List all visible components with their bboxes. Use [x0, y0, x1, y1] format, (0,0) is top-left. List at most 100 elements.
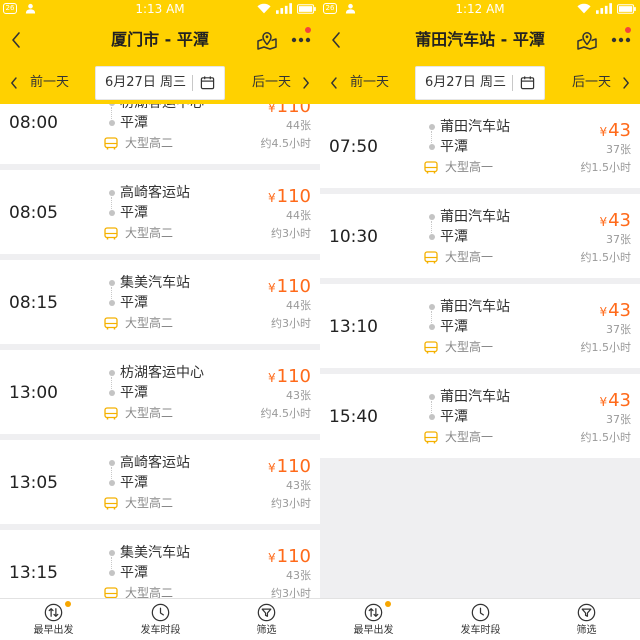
trip-duration: 约4.5小时	[260, 407, 312, 420]
tab-earliest-departure[interactable]: 最早出发	[320, 599, 427, 640]
seats-left: 37张	[606, 323, 631, 336]
trip-duration: 约1.5小时	[580, 161, 632, 174]
selected-date: 6月27日 周三	[105, 75, 186, 90]
tab-earliest-departure[interactable]: 最早出发	[0, 599, 107, 640]
destination-station: 平潭	[440, 319, 468, 335]
price-amount: 110	[276, 276, 311, 297]
bus-type: 大型高一	[445, 250, 494, 264]
trip-duration: 约3小时	[271, 587, 311, 598]
screen-putian-pingtan: 26 1:12 AM 莆田汽车站 - 平潭 前一天 6月27日 周三 后一天 0…	[320, 0, 640, 640]
bus-icon	[104, 227, 118, 240]
trip-card[interactable]: 15:40 莆田汽车站 平潭 大型高一 ¥43 37张 约1.5小时	[320, 374, 640, 458]
tab-label: 发车时段	[140, 625, 181, 636]
trip-card[interactable]: 08:05 高崎客运站 平潭 大型高二 ¥110 44张 约3小时	[0, 170, 320, 254]
seats-left: 43张	[286, 479, 311, 492]
signal-icon	[596, 3, 612, 14]
trip-card[interactable]: 08:15 集美汽车站 平潭 大型高二 ¥110 44张 约3小时	[0, 260, 320, 344]
currency-symbol: ¥	[268, 551, 276, 565]
trip-card[interactable]: 13:05 高崎客运站 平潭 大型高二 ¥110 43张 约3小时	[0, 440, 320, 524]
date-bar: 前一天 6月27日 周三 后一天	[0, 62, 320, 104]
trip-card[interactable]: 13:15 集美汽车站 平潭 大型高二 ¥110 43张 约3小时	[0, 530, 320, 598]
more-button[interactable]	[610, 32, 632, 48]
prev-day-button[interactable]: 前一天	[326, 62, 396, 104]
page-title: 莆田汽车站 - 平潭	[415, 30, 545, 49]
route-line	[111, 107, 112, 119]
bus-icon	[104, 587, 118, 598]
wifi-icon	[257, 3, 271, 14]
date-picker[interactable]: 6月27日 周三	[95, 66, 225, 100]
trip-card[interactable]: 13:00 枋湖客运中心 平潭 大型高二 ¥110 43张 约4.5小时	[0, 350, 320, 434]
price-amount: 43	[608, 300, 631, 321]
departure-time: 08:15	[9, 293, 58, 313]
status-bar: 26 1:12 AM	[320, 0, 640, 18]
currency-symbol: ¥	[268, 461, 276, 475]
bus-type: 大型高一	[445, 340, 494, 354]
route-line	[111, 467, 112, 479]
currency-symbol: ¥	[268, 281, 276, 295]
bottom-tab-bar: 最早出发 发车时段 筛选	[320, 598, 640, 640]
next-day-button[interactable]: 后一天	[246, 62, 316, 104]
map-icon	[577, 32, 597, 50]
bus-icon	[104, 407, 118, 420]
ticket-price: ¥110	[268, 454, 311, 481]
departure-time: 08:05	[9, 203, 58, 223]
trip-card[interactable]: 08:00 枋湖客运中心 平潭 大型高二 ¥110 44张 约4.5小时	[0, 104, 320, 164]
destination-dot	[109, 120, 115, 126]
origin-station: 集美汽车站	[120, 275, 190, 291]
ticket-price: ¥43	[599, 388, 631, 415]
calendar-icon	[200, 75, 215, 90]
next-day-button[interactable]: 后一天	[566, 62, 636, 104]
tab-departure-period[interactable]: 发车时段	[427, 599, 534, 640]
currency-symbol: ¥	[599, 395, 608, 409]
price-amount: 110	[276, 366, 311, 387]
person-icon	[345, 3, 356, 14]
route-line	[431, 221, 432, 233]
tab-label: 最早出发	[353, 625, 394, 636]
currency-symbol: ¥	[268, 371, 276, 385]
route-line	[111, 557, 112, 569]
sort-icon	[364, 603, 383, 622]
more-button[interactable]	[290, 32, 312, 48]
price-amount: 110	[276, 104, 311, 117]
destination-station: 平潭	[120, 565, 148, 581]
seats-left: 44张	[286, 119, 311, 132]
clock-icon	[471, 603, 490, 622]
screen-xiamen-pingtan: 26 1:13 AM 厦门市 - 平潭 前一天 6月27日 周三 后一天 08:…	[0, 0, 320, 640]
origin-dot	[109, 190, 115, 196]
next-day-label: 后一天	[252, 75, 292, 90]
trip-duration: 约3小时	[271, 227, 311, 240]
trip-list[interactable]: 07:50 莆田汽车站 平潭 大型高一 ¥43 37张 约1.5小时 10:30…	[320, 104, 640, 598]
battery-icon	[297, 4, 316, 14]
trip-card[interactable]: 10:30 莆田汽车站 平潭 大型高一 ¥43 37张 约1.5小时	[320, 194, 640, 278]
trip-list[interactable]: 08:00 枋湖客运中心 平潭 大型高二 ¥110 44张 约4.5小时 08:…	[0, 104, 320, 598]
tab-departure-period[interactable]: 发车时段	[107, 599, 214, 640]
destination-station: 平潭	[120, 205, 148, 221]
clock-icon	[151, 603, 170, 622]
trip-card[interactable]: 13:10 莆田汽车站 平潭 大型高一 ¥43 37张 约1.5小时	[320, 284, 640, 368]
header: 莆田汽车站 - 平潭	[320, 18, 640, 62]
price-amount: 43	[608, 120, 631, 141]
map-button[interactable]	[576, 29, 598, 51]
destination-dot	[429, 144, 435, 150]
currency-symbol: ¥	[268, 191, 276, 205]
departure-time: 13:00	[9, 383, 58, 403]
price-amount: 110	[276, 546, 311, 567]
map-button[interactable]	[256, 29, 278, 51]
trip-duration: 约1.5小时	[580, 431, 632, 444]
trip-card[interactable]: 07:50 莆田汽车站 平潭 大型高一 ¥43 37张 约1.5小时	[320, 104, 640, 188]
origin-station: 枋湖客运中心	[120, 365, 204, 381]
date-picker[interactable]: 6月27日 周三	[415, 66, 545, 100]
back-button[interactable]	[8, 28, 24, 52]
route-line	[431, 311, 432, 323]
ticket-price: ¥43	[599, 208, 631, 235]
seats-left: 37张	[606, 233, 631, 246]
departure-time: 13:05	[9, 473, 58, 493]
prev-day-button[interactable]: 前一天	[6, 62, 76, 104]
back-button[interactable]	[328, 28, 344, 52]
tab-filter[interactable]: 筛选	[213, 599, 320, 640]
ticket-price: ¥110	[268, 274, 311, 301]
departure-time: 07:50	[329, 137, 378, 157]
tab-filter[interactable]: 筛选	[533, 599, 640, 640]
trip-duration: 约4.5小时	[260, 137, 312, 150]
currency-symbol: ¥	[599, 215, 608, 229]
